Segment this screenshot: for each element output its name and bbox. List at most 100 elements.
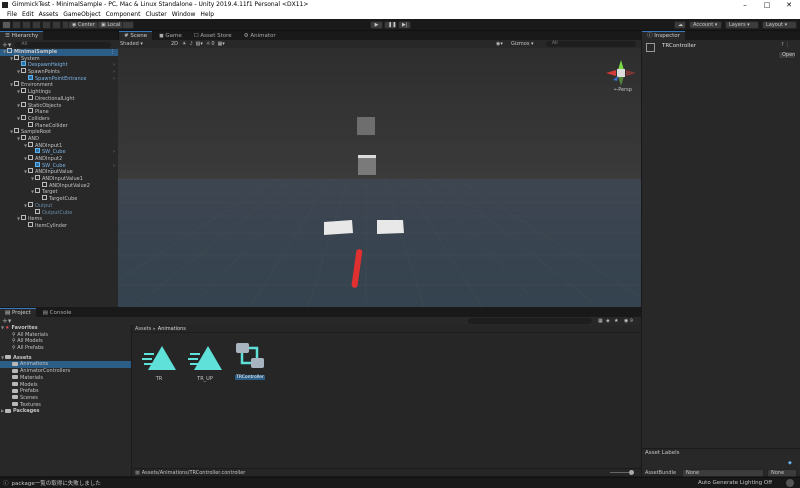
menu-assets[interactable]: Assets <box>39 10 59 19</box>
pause-icon[interactable]: ❚❚ <box>384 21 397 29</box>
asset-bundle-dropdown[interactable]: None <box>682 469 764 477</box>
open-button[interactable]: Open <box>778 51 796 59</box>
folder-scenes[interactable]: Scenes <box>0 395 131 402</box>
menu-file[interactable]: File <box>7 10 17 19</box>
hidden-packages-icon[interactable]: ◉ <box>624 318 628 324</box>
shading-mode-dropdown[interactable]: Shaded ▾ <box>120 41 143 47</box>
assets-header[interactable]: ▼ Assets <box>0 355 131 362</box>
hierarchy-item[interactable]: ▼ Environment <box>0 81 118 89</box>
folder-models[interactable]: Models <box>0 382 131 389</box>
rect-tool-icon[interactable] <box>42 21 51 29</box>
hand-tool-icon[interactable] <box>2 21 11 29</box>
scale-tool-icon[interactable] <box>32 21 41 29</box>
tab-inspector[interactable]: ⓘ Inspector <box>642 31 685 40</box>
mode-2d-toggle[interactable]: 2D <box>171 41 178 47</box>
hierarchy-item[interactable]: ▼ AND <box>0 134 118 143</box>
prefab-open-icon[interactable]: › <box>113 76 115 83</box>
tab-project[interactable]: ▤ Project <box>0 308 36 317</box>
inspector-help-icon[interactable]: ? ⋮ <box>781 42 790 48</box>
folder-animatorcontrollers[interactable]: AnimatorControllers <box>0 368 131 375</box>
rotate-tool-icon[interactable] <box>22 21 31 29</box>
favorites-header[interactable]: ▼★ Favorites <box>0 325 131 332</box>
pivot-local-button[interactable]: ▣ Local <box>97 21 125 29</box>
zoom-slider-handle[interactable] <box>629 470 634 475</box>
hierarchy-item[interactable]: ▼ ANDInput1 <box>0 141 118 150</box>
create-icon[interactable]: +▾ <box>2 317 11 325</box>
menu-edit[interactable]: Edit <box>22 10 34 19</box>
hierarchy-item[interactable]: TargetCube <box>0 195 118 203</box>
hierarchy-item[interactable]: ▼ Target <box>0 188 118 196</box>
hierarchy-item[interactable]: SW_Cube › <box>0 161 118 170</box>
asset-tile-tr[interactable]: TR <box>142 344 176 382</box>
camera-settings-icon[interactable]: ◉▾ <box>496 41 503 47</box>
hierarchy-item[interactable]: SW_Cube › <box>0 148 118 156</box>
menu-component[interactable]: Component <box>106 10 141 19</box>
favorite-item[interactable]: ⚲ All Models <box>0 338 131 345</box>
tab-hierarchy[interactable]: ☰ Hierarchy <box>0 31 44 40</box>
menu-window[interactable]: Window <box>172 10 196 19</box>
hierarchy-item[interactable]: DirectionalLight <box>0 94 118 103</box>
scene-menu-icon[interactable]: ⋮ <box>110 49 115 56</box>
asset-tile-trcontroller[interactable]: TRController <box>233 342 267 380</box>
favorite-icon[interactable]: ★ <box>614 318 618 324</box>
hierarchy-item[interactable]: ▼ Output <box>0 201 118 210</box>
play-icon[interactable]: ▶ <box>370 21 383 29</box>
folder-prefabs[interactable]: Prefabs <box>0 388 131 395</box>
hierarchy-item[interactable]: ▼ StaticObjects <box>0 101 118 110</box>
hierarchy-item[interactable]: ▼ ANDInputValue1 <box>0 175 118 183</box>
hierarchy-item[interactable]: Plane <box>0 108 118 116</box>
scene-viewport[interactable]: ←Persp <box>118 48 641 307</box>
breadcrumb-animations[interactable]: Animations <box>158 326 186 332</box>
move-tool-icon[interactable] <box>12 21 21 29</box>
gizmos-dropdown[interactable]: Gizmos ▾ <box>511 41 534 47</box>
hierarchy-item[interactable]: OutputCube <box>0 208 118 217</box>
hierarchy-search-input[interactable]: All <box>15 41 112 48</box>
pivot-center-button[interactable]: ◉ Center <box>68 21 99 29</box>
grid-icon[interactable]: ▦▾ <box>218 41 225 47</box>
tab-scene[interactable]: # Scene <box>119 31 153 40</box>
target-cube[interactable] <box>357 117 375 135</box>
layers-dropdown[interactable]: Layers ▾ <box>725 21 759 29</box>
hierarchy-item[interactable]: ▼ ANDInputValue <box>0 168 118 176</box>
lighting-icon[interactable]: ☀ <box>182 41 186 47</box>
audio-icon[interactable]: ♪ <box>189 41 192 47</box>
folder-materials[interactable]: Materials <box>0 375 131 382</box>
hierarchy-item[interactable]: ▼ System <box>0 54 118 63</box>
prefab-open-icon[interactable]: › <box>113 163 115 170</box>
transform-tool-icon[interactable] <box>52 21 61 29</box>
scene-search-input[interactable]: All <box>546 41 636 47</box>
filter-type-icon[interactable]: ▦ <box>598 318 603 324</box>
favorite-item[interactable]: ⚲ All Prefabs <box>0 345 131 352</box>
step-icon[interactable]: ▶| <box>398 21 411 29</box>
status-message[interactable]: package一覧の取得に失敗しました <box>12 479 101 487</box>
menu-cluster[interactable]: Cluster <box>145 10 166 19</box>
account-dropdown[interactable]: Account ▾ <box>689 21 722 29</box>
hierarchy-item[interactable]: ▼ Items <box>0 215 118 223</box>
prefab-open-icon[interactable]: › <box>113 69 115 76</box>
snap-icon[interactable] <box>122 21 134 29</box>
folder-animations[interactable]: Animations <box>0 361 131 369</box>
hierarchy-item[interactable]: ▼ SampleRoot <box>0 128 118 136</box>
hierarchy-item[interactable]: ▼ Lightings <box>0 88 118 96</box>
packages-header[interactable]: ▶ Packages <box>0 408 131 415</box>
folder-textures[interactable]: Textures <box>0 402 131 409</box>
project-search-input[interactable] <box>468 318 592 324</box>
hierarchy-item[interactable]: ▼ SpawnPoints › <box>0 68 118 76</box>
collab-icon[interactable]: ☁ <box>674 21 686 29</box>
maximize-icon[interactable]: □ <box>756 0 778 10</box>
sw-cube-1[interactable] <box>324 220 353 235</box>
favorite-item[interactable]: ⚲ All Materials <box>0 332 131 339</box>
hierarchy-item[interactable]: ItemCylinder <box>0 221 118 230</box>
close-icon[interactable]: ✕ <box>778 0 800 10</box>
menu-gameobject[interactable]: GameObject <box>63 10 100 19</box>
hierarchy-item[interactable]: ▼ Colliders <box>0 114 118 123</box>
prefab-open-icon[interactable]: › <box>113 149 115 156</box>
hierarchy-item[interactable]: DespawnHeight › <box>0 61 118 69</box>
minimize-icon[interactable]: – <box>734 0 756 10</box>
persp-label[interactable]: ←Persp <box>614 87 632 93</box>
menu-help[interactable]: Help <box>200 10 214 19</box>
prefab-open-icon[interactable]: › <box>113 62 115 69</box>
filter-label-icon[interactable]: ◈ <box>606 318 610 324</box>
hierarchy-item[interactable]: ANDInputValue2 <box>0 181 118 190</box>
layout-dropdown[interactable]: Layout ▾ <box>762 21 797 29</box>
